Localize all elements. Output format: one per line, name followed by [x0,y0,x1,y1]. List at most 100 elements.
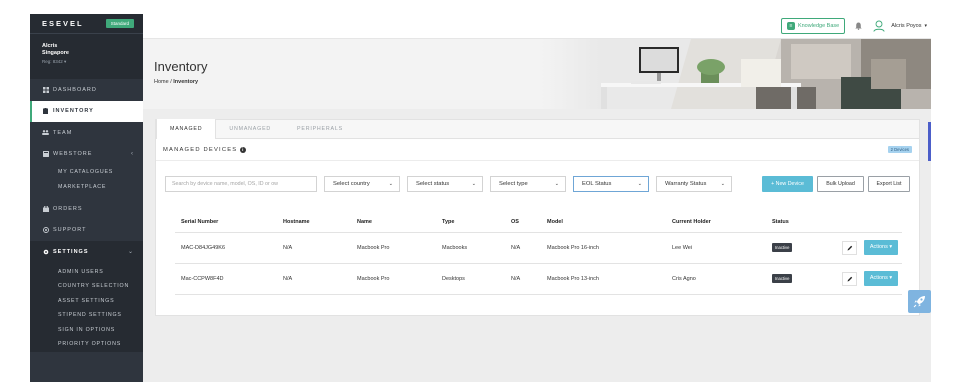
breadcrumb-home[interactable]: Home [154,79,169,85]
column-header-serial[interactable]: Serial Number [175,213,277,233]
sidebar-item-settings[interactable]: SETTINGS ⌄ [30,241,143,263]
new-device-button[interactable]: + New Device [762,176,813,192]
sidebar-item-inventory[interactable]: INVENTORY [30,100,143,122]
chevron-down-icon: ⌄ [637,181,642,187]
eol-status-select[interactable]: EOL Status ⌄ [573,176,649,192]
info-icon[interactable]: i [240,146,247,153]
sidebar-subitem-stipend-settings[interactable]: STIPEND SETTINGS [30,308,143,323]
topbar: ≡ Knowledge Base Alcris Poyos ▾ [143,14,931,39]
search-input[interactable]: Search by device name, model, OS, ID or … [165,176,317,192]
sidebar-subitem-sign-in-options[interactable]: SIGN IN OPTIONS [30,323,143,338]
export-list-button[interactable]: Export List [868,176,910,192]
cell-serial: Mac-CCPW8F4D [175,263,277,295]
cell-actions: Actions ▾ [832,232,902,264]
section-title-text: MANAGED DEVICES [163,146,238,153]
reg-dropdown[interactable]: Reg: 8342 ▾ [42,59,131,65]
book-icon: ≡ [786,22,795,30]
user-avatar-icon[interactable] [873,20,885,32]
rocket-icon[interactable] [908,290,931,313]
column-header-actions [832,213,902,233]
reg-label: Reg: 8342 [42,59,63,64]
breadcrumb-current: Inventory [173,79,199,85]
actions-dropdown-button[interactable]: Actions ▾ [864,239,898,255]
column-header-status[interactable]: Status [766,213,832,233]
user-name-menu[interactable]: Alcris Poyos [891,23,921,29]
cell-holder: Cris Agno [666,263,766,295]
sidebar-nav-lower: ORDERS SUPPORT SETTINGS ⌄ [30,198,143,263]
caret-down-icon: ▾ [64,59,67,64]
sidebar-item-team[interactable]: TEAM [30,122,143,144]
settings-subnav: ADMIN USERS COUNTRY SELECTION ASSET SETT… [30,262,143,352]
chevron-down-icon: ⌄ [471,181,476,187]
column-header-os[interactable]: OS [505,213,541,233]
sidebar-subitem-marketplace[interactable]: MARKETPLACE [30,180,143,195]
brand-logo[interactable]: ESEVEL [42,19,84,28]
brand-bar: ESEVEL Standard [30,14,143,33]
tab-peripherals[interactable]: PERIPHERALS [284,119,356,138]
cell-os: N/A [505,263,541,295]
sidebar-subitem-asset-settings[interactable]: ASSET SETTINGS [30,294,143,309]
table-header-row: Serial Number Hostname Name Type OS Mode… [175,213,902,233]
sidebar-item-label: ORDERS [53,205,83,212]
warranty-status-select[interactable]: Warranty Status ⌄ [656,176,732,192]
user-info: Alcris Singapore Reg: 8342 ▾ [30,33,143,79]
sidebar-item-label: SUPPORT [53,227,87,234]
sidebar-subitem-admin-users[interactable]: ADMIN USERS [30,265,143,280]
type-select-label: Select type [499,181,528,187]
cell-serial: MAC-D84JG49K6 [175,232,277,264]
page-header: Inventory Home / Inventory [143,39,931,109]
cell-holder: Lee Wei [666,232,766,264]
column-header-model[interactable]: Model [541,213,666,233]
caret-down-icon: ▾ [889,244,893,250]
sidebar-item-label: WEBSTORE [53,151,93,158]
sidebar-subitem-country-selection[interactable]: COUNTRY SELECTION [30,279,143,294]
webstore-subnav: MY CATALOGUES MARKETPLACE [30,165,143,194]
knowledge-base-label: Knowledge Base [797,23,840,29]
table-row[interactable]: Mac-CCPW8F4D N/A Macbook Pro Desktops N/… [175,263,902,295]
status-select-label: Select status [416,181,450,187]
country-select[interactable]: Select country ⌄ [324,176,400,192]
table-row[interactable]: MAC-D84JG49K6 N/A Macbook Pro Macbooks N… [175,232,902,264]
company-location: Singapore [42,50,69,56]
main-content: MANAGED UNMANAGED PERIPHERALS MANAGED DE… [143,109,931,382]
actions-dropdown-button[interactable]: Actions ▾ [864,270,898,286]
column-header-hostname[interactable]: Hostname [277,213,351,233]
status-select[interactable]: Select status ⌄ [407,176,483,192]
column-header-name[interactable]: Name [351,213,436,233]
breadcrumb: Home / Inventory [154,79,198,85]
filter-bar: Search by device name, model, OS, ID or … [165,176,912,193]
caret-down-icon[interactable]: ▾ [924,23,927,29]
clipboard-icon [42,108,49,115]
cell-name: Macbook Pro [351,263,436,295]
column-header-type[interactable]: Type [436,213,505,233]
bell-icon[interactable] [855,22,863,31]
cell-type: Desktops [436,263,505,295]
cell-hostname: N/A [277,263,351,295]
column-header-holder[interactable]: Current Holder [666,213,766,233]
type-select[interactable]: Select type ⌄ [490,176,566,192]
device-count-badge: 2 Devices [887,146,912,153]
sidebar-nav: DASHBOARD INVENTORY TEAM WEBSTORE ‹ [30,79,143,165]
cell-hostname: N/A [277,232,351,264]
actions-label: Actions [869,244,888,250]
sidebar-item-dashboard[interactable]: DASHBOARD [30,79,143,101]
plan-badge: Standard [105,19,134,28]
bag-icon [42,205,49,212]
sidebar-item-orders[interactable]: ORDERS [30,198,143,220]
sidebar-item-support[interactable]: SUPPORT [30,220,143,242]
search-placeholder: Search by device name, model, OS, ID or … [172,181,278,187]
support-icon [42,227,49,234]
sidebar-subitem-my-catalogues[interactable]: MY CATALOGUES [30,165,143,180]
knowledge-base-button[interactable]: ≡ Knowledge Base [780,18,846,34]
page-title: Inventory [154,59,208,74]
tab-managed[interactable]: MANAGED [156,119,217,139]
cell-name: Macbook Pro [351,232,436,264]
sidebar-item-webstore[interactable]: WEBSTORE ‹ [30,144,143,166]
sidebar-subitem-priority-options[interactable]: PRIORITY OPTIONS [30,337,143,352]
bulk-upload-button[interactable]: Bulk Upload [817,176,864,192]
edit-icon[interactable] [842,271,857,286]
tab-unmanaged[interactable]: UNMANAGED [216,119,284,138]
edit-icon[interactable] [842,240,857,255]
inventory-card: MANAGED UNMANAGED PERIPHERALS MANAGED DE… [155,119,920,316]
sidebar-item-label: TEAM [53,129,73,136]
